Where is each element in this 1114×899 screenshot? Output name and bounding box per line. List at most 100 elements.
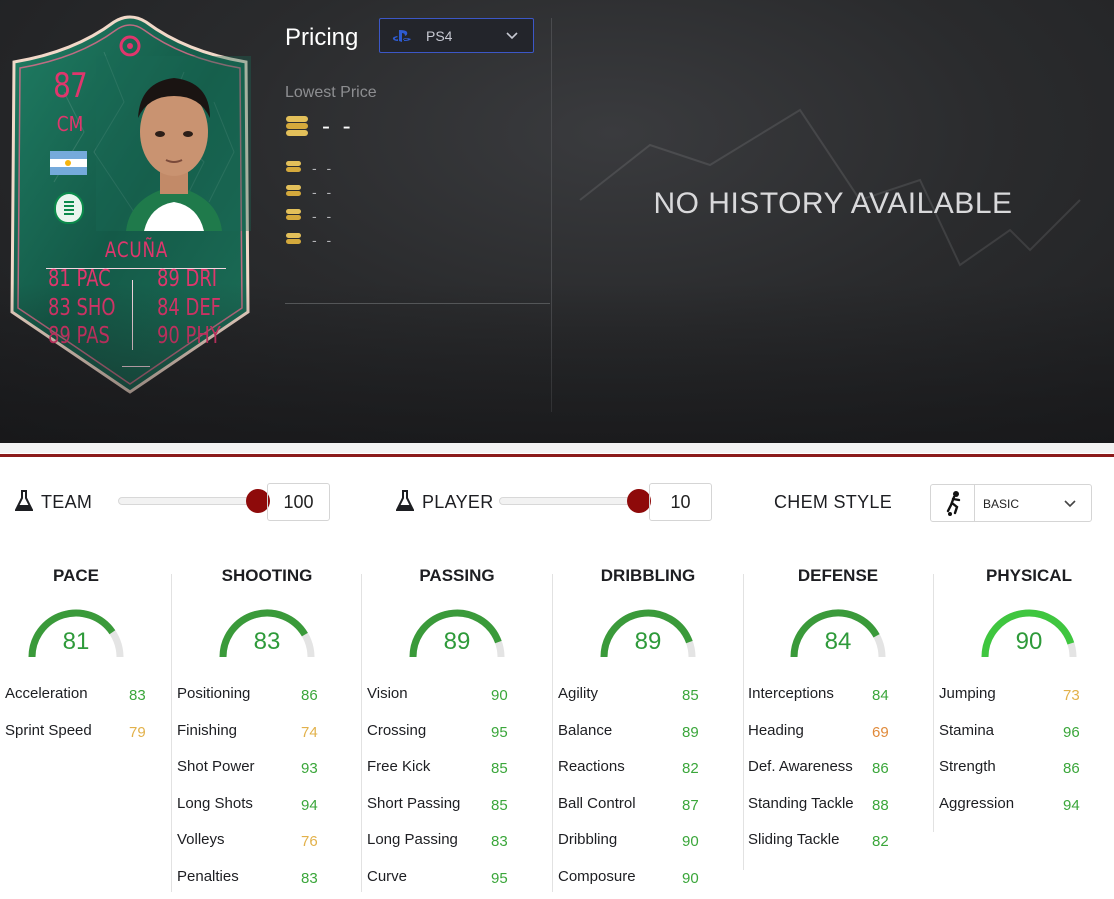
attribute-score: 84 — [824, 628, 852, 655]
attribute-heading: PACE — [53, 566, 99, 585]
attribute-column-physical: PHYSICAL 90 Jumping 73 Stamina 96 Strength 86 Ag… — [934, 566, 1114, 886]
coins-icon — [286, 116, 308, 136]
pricing-title: Pricing — [285, 24, 359, 51]
attribute-label: Jumping — [939, 685, 996, 702]
coins-icon — [286, 233, 301, 244]
attribute-row: Shot Power 93 — [177, 758, 325, 778]
attribute-value: 90 — [682, 870, 699, 887]
card-position: CM — [56, 112, 84, 136]
attribute-label: Long Passing — [367, 831, 458, 848]
card-stat-divider — [132, 280, 133, 350]
attribute-row: Volleys 76 — [177, 831, 325, 851]
attribute-value: 88 — [872, 797, 889, 814]
attribute-score: 83 — [253, 628, 281, 655]
attribute-value: 86 — [872, 760, 889, 777]
attribute-value: 89 — [682, 724, 699, 741]
attribute-row: Free Kick 85 — [367, 758, 515, 778]
team-chem-slider[interactable] — [118, 497, 258, 505]
player-chem-slider[interactable] — [499, 497, 639, 505]
attribute-row: Acceleration 83 — [5, 685, 153, 705]
flask-icon — [15, 490, 33, 511]
player-chem-input[interactable]: 10 — [649, 483, 712, 521]
attribute-label: Positioning — [177, 685, 251, 702]
attribute-label: Vision — [367, 685, 408, 702]
attribute-score: 89 — [443, 628, 471, 655]
attribute-row: Dribbling 90 — [558, 831, 706, 851]
attribute-label: Shot Power — [177, 758, 255, 775]
attribute-value: 90 — [682, 833, 699, 850]
attribute-value: 85 — [491, 760, 508, 777]
attribute-value: 69 — [872, 724, 889, 741]
team-chem-input[interactable]: 100 — [267, 483, 330, 521]
attribute-label: Standing Tackle — [748, 795, 854, 812]
attribute-label: Dribbling — [558, 831, 618, 848]
attribute-row: Long Passing 83 — [367, 831, 515, 851]
coins-icon — [286, 161, 301, 172]
attribute-value: 94 — [301, 797, 318, 814]
attribute-row: Standing Tackle 88 — [748, 795, 896, 815]
pricing-divider — [285, 303, 550, 304]
flask-icon — [396, 490, 414, 511]
attribute-row: Strength 86 — [939, 758, 1087, 778]
attribute-value: 85 — [491, 797, 508, 814]
attribute-value: 85 — [682, 687, 699, 704]
attribute-label: Short Passing — [367, 795, 461, 812]
attribute-label: Composure — [558, 868, 636, 885]
attribute-label: Heading — [748, 722, 804, 739]
price-value-2: - - — [312, 160, 335, 176]
attribute-value: 86 — [1063, 760, 1080, 777]
card-player-name: ACUÑA — [104, 238, 169, 262]
lowest-price-value: - - — [322, 113, 354, 140]
attribute-row: Composure 90 — [558, 868, 706, 888]
attribute-value: 82 — [872, 833, 889, 850]
attribute-row: Ball Control 87 — [558, 795, 706, 815]
attribute-row: Finishing 74 — [177, 722, 325, 742]
player-photo — [96, 56, 251, 231]
nation-flag-icon — [50, 151, 87, 175]
attribute-value: 96 — [1063, 724, 1080, 741]
club-badge-icon — [54, 192, 84, 224]
attribute-value: 73 — [1063, 687, 1080, 704]
attribute-row: Interceptions 84 — [748, 685, 896, 705]
attribute-column-dribbling: DRIBBLING 89 Agility 85 Balance 89 Reactions 82… — [553, 566, 743, 888]
card-stat-def: 84 DEF — [157, 295, 222, 321]
player-silhouette-icon — [946, 491, 961, 516]
attribute-label: Aggression — [939, 795, 1015, 812]
player-chem-label: PLAYER — [422, 492, 494, 512]
attribute-row: Positioning 86 — [177, 685, 325, 705]
coins-icon — [286, 185, 301, 196]
attribute-label: Curve — [367, 868, 408, 885]
attribute-heading: PASSING — [419, 566, 495, 585]
card-stat-pas: 89 PAS — [48, 323, 110, 349]
attribute-value: 79 — [129, 724, 146, 741]
attribute-label: Crossing — [367, 722, 427, 739]
attribute-column-passing: PASSING 89 Vision 90 Crossing 95 Free Kick 85 Sh… — [362, 566, 552, 887]
attribute-value: 87 — [682, 797, 699, 814]
chem-style-select[interactable]: BASIC — [930, 484, 1092, 522]
lowest-price-label: Lowest Price — [285, 84, 377, 101]
attribute-column-pace: PACE 81 Acceleration 83 Sprint Speed 79 — [0, 566, 171, 886]
attribute-label: Finishing — [177, 722, 238, 739]
card-stat-dri: 89 DRI — [157, 266, 218, 292]
attribute-row: Sprint Speed 79 — [5, 722, 153, 742]
attribute-row: Short Passing 85 — [367, 795, 515, 815]
coins-icon — [286, 209, 301, 220]
no-history-message: NO HISTORY AVAILABLE — [653, 187, 1013, 220]
platform-select[interactable]: PS4 — [379, 18, 534, 53]
attribute-score: 89 — [634, 628, 662, 655]
attribute-label: Ball Control — [558, 795, 636, 812]
attribute-row: Vision 90 — [367, 685, 515, 705]
attribute-value: 83 — [491, 833, 508, 850]
attribute-label: Reactions — [558, 758, 625, 775]
attribute-value: 83 — [129, 687, 146, 704]
attribute-score: 90 — [1015, 628, 1043, 655]
attribute-label: Long Shots — [177, 795, 253, 812]
player-chem-slider-handle[interactable] — [627, 489, 651, 513]
attribute-row: Penalties 83 — [177, 868, 325, 888]
attribute-label: Def. Awareness — [748, 758, 853, 775]
chevron-down-icon — [506, 32, 518, 40]
attribute-row: Stamina 96 — [939, 722, 1087, 742]
card-rating: 87 — [53, 66, 88, 106]
attribute-value: 93 — [301, 760, 318, 777]
price-value-4: - - — [312, 208, 335, 224]
